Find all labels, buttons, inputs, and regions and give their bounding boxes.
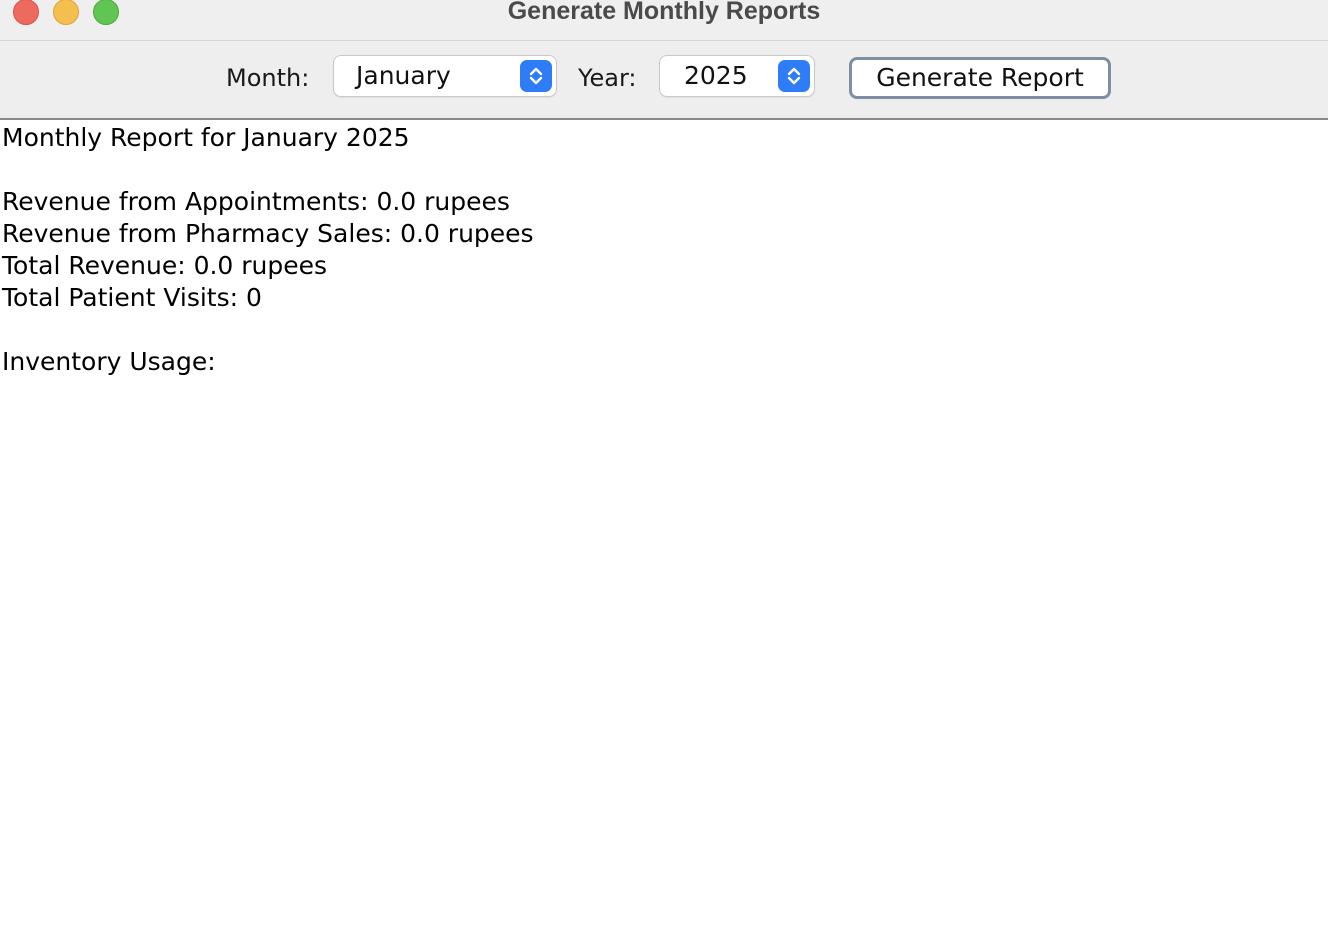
year-select[interactable]: 2025 [660,56,814,96]
chevron-up-down-icon [520,60,552,92]
pharmacy-revenue-line: Revenue from Pharmacy Sales: 0.0 rupees [2,219,534,248]
generate-report-button[interactable]: Generate Report [849,57,1111,99]
inventory-usage-line: Inventory Usage: [2,347,216,376]
toolbar: Month: January Year: 2025 Generate Repor… [0,41,1328,120]
report-blank-line [2,154,1322,186]
chevron-up-down-icon [778,60,810,92]
year-select-value: 2025 [684,61,748,90]
year-label: Year: [578,64,637,92]
window-title: Generate Monthly Reports [507,0,821,25]
month-select[interactable]: January [334,56,556,96]
report-heading: Monthly Report for January 2025 [2,123,410,152]
title-bar: Generate Monthly Reports [0,0,1328,41]
month-select-value: January [356,61,451,90]
report-window: Generate Monthly Reports Month: January … [0,0,1328,930]
appointments-revenue-line: Revenue from Appointments: 0.0 rupees [2,187,510,216]
report-blank-line [2,314,1322,346]
month-label: Month: [226,64,310,92]
patient-visits-line: Total Patient Visits: 0 [2,283,262,312]
total-revenue-line: Total Revenue: 0.0 rupees [2,251,328,280]
report-text-area[interactable]: Monthly Report for January 2025 Revenue … [2,122,1322,378]
